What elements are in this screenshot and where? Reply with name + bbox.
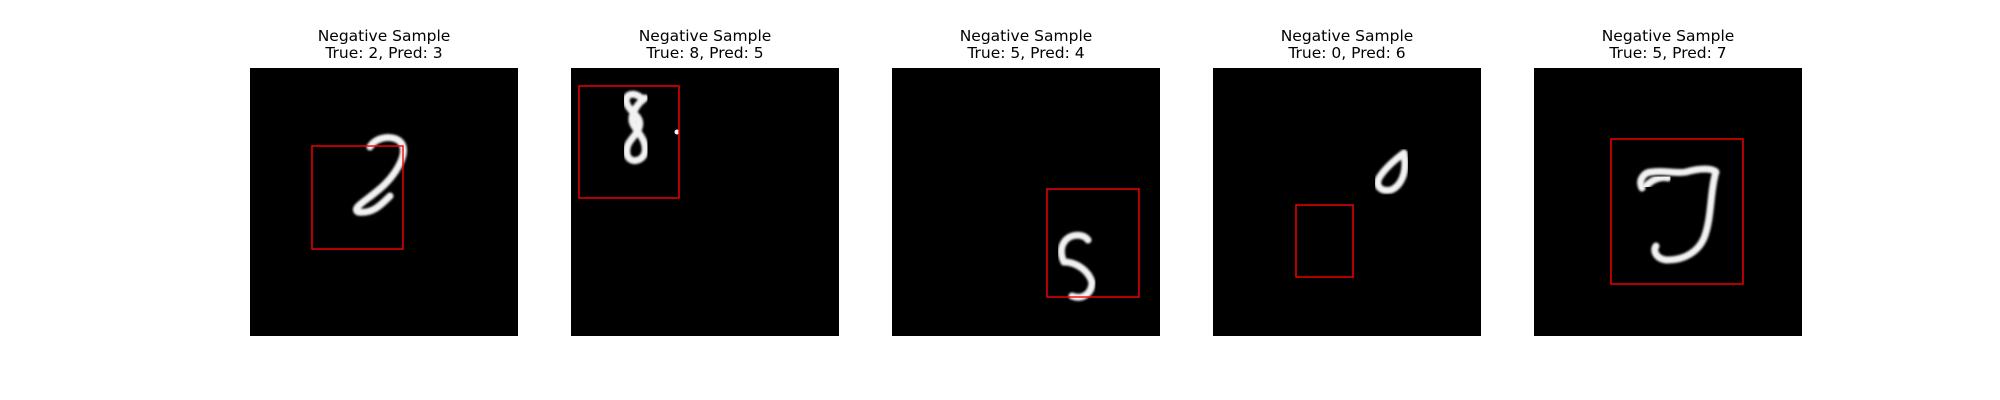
sample-panel-4: Negative Sample True: 0, Pred: 6: [1213, 0, 1481, 340]
digit-canvas: [578, 85, 680, 199]
panel-title: Negative Sample True: 5, Pred: 7: [1494, 28, 1842, 62]
digit-canvas: [311, 134, 407, 250]
panel-title-heading: Negative Sample: [1601, 27, 1735, 45]
handwritten-digit: [1057, 231, 1096, 301]
panel-title-heading: Negative Sample: [317, 27, 451, 45]
panel-title: Negative Sample True: 5, Pred: 4: [852, 28, 1200, 62]
panel-title-labels: True: 5, Pred: 7: [1609, 44, 1727, 62]
digit-image: [1213, 68, 1481, 336]
digit-image: [571, 68, 839, 336]
sample-panel-3: Negative Sample True: 5, Pred: 4: [892, 0, 1160, 340]
handwritten-digit: [622, 90, 649, 164]
sample-panel-2: Negative Sample True: 8, Pred: 5: [571, 0, 839, 340]
digit-canvas: [1610, 138, 1744, 285]
panel-title: Negative Sample True: 2, Pred: 3: [210, 28, 558, 62]
panel-title-labels: True: 2, Pred: 3: [325, 44, 443, 62]
panel-title: Negative Sample True: 0, Pred: 6: [1173, 28, 1521, 62]
digit-image: [250, 68, 518, 336]
handwritten-digit: [1374, 149, 1409, 194]
sample-panel-5: Negative Sample True: 5, Pred: 7: [1534, 0, 1802, 340]
digit-canvas: [1046, 188, 1140, 301]
panel-title: Negative Sample True: 8, Pred: 5: [531, 28, 879, 62]
panel-title-labels: True: 8, Pred: 5: [646, 44, 764, 62]
digit-canvas: [1295, 149, 1409, 278]
panel-title-labels: True: 0, Pred: 6: [1288, 44, 1406, 62]
panel-title-heading: Negative Sample: [638, 27, 772, 45]
panel-title-heading: Negative Sample: [1280, 27, 1414, 45]
digit-image: [892, 68, 1160, 336]
handwritten-digit: [353, 134, 407, 216]
panel-title-labels: True: 5, Pred: 4: [967, 44, 1085, 62]
digit-image: [1534, 68, 1802, 336]
panel-title-heading: Negative Sample: [959, 27, 1093, 45]
digit-crossbar: [1642, 174, 1672, 190]
sample-panel-1: Negative Sample True: 2, Pred: 3: [250, 0, 518, 340]
prediction-box: [1295, 204, 1354, 278]
